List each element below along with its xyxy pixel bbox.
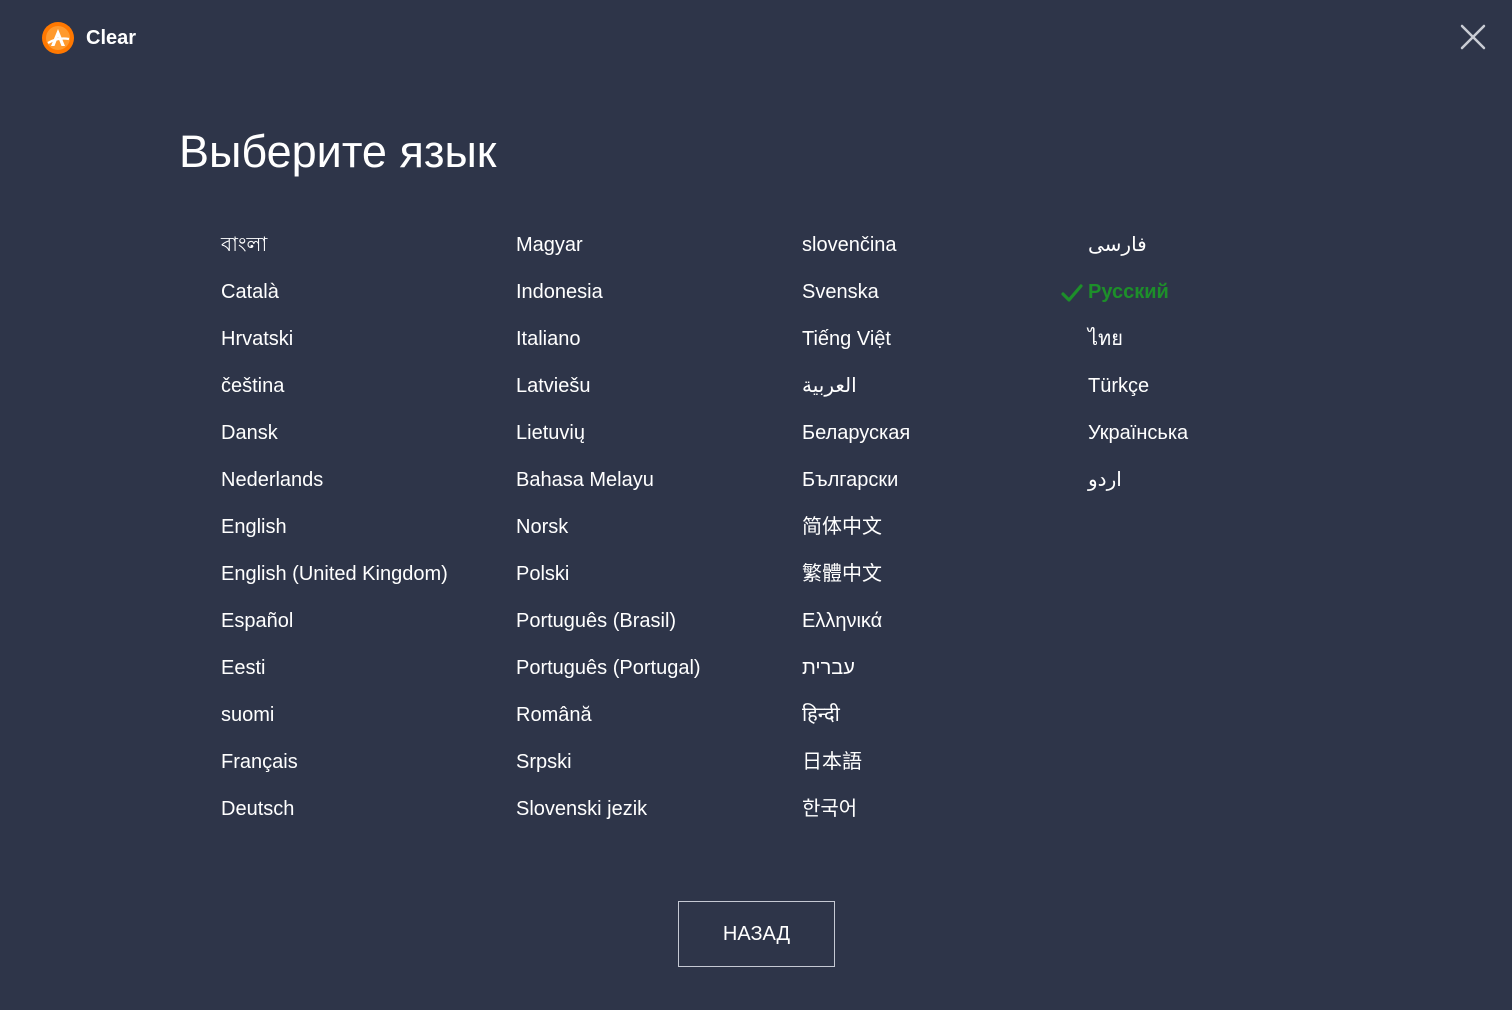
language-option-selected[interactable]: Русский (1061, 269, 1188, 316)
language-option[interactable]: Svenska (802, 269, 910, 316)
language-option[interactable]: Українська (1088, 410, 1188, 457)
app-header: Clear (42, 22, 136, 54)
language-option[interactable]: 繁體中文 (802, 551, 910, 598)
language-option[interactable]: 한국어 (802, 786, 910, 833)
close-button[interactable] (1456, 20, 1490, 54)
language-option[interactable]: Tiếng Việt (802, 316, 910, 363)
language-option[interactable]: Magyar (516, 222, 701, 269)
close-icon (1460, 24, 1486, 50)
language-option[interactable]: Български (802, 457, 910, 504)
language-option[interactable]: Română (516, 692, 701, 739)
language-column-4: فارسی Русский ไทย Türkçe Українська اردو (1061, 222, 1188, 504)
language-option[interactable]: 简体中文 (802, 504, 910, 551)
language-option[interactable]: Català (221, 269, 448, 316)
language-option[interactable]: Português (Portugal) (516, 645, 701, 692)
avast-logo-icon (42, 22, 74, 54)
language-option[interactable]: Bahasa Melayu (516, 457, 701, 504)
language-option[interactable]: Dansk (221, 410, 448, 457)
language-option[interactable]: اردو (1088, 457, 1188, 504)
language-option[interactable]: English (221, 504, 448, 551)
language-option[interactable]: Lietuvių (516, 410, 701, 457)
selected-language-label: Русский (1088, 281, 1169, 303)
language-option[interactable]: ไทย (1088, 316, 1188, 363)
language-option[interactable]: Deutsch (221, 786, 448, 833)
checkmark-icon (1061, 282, 1083, 304)
language-option[interactable]: Eesti (221, 645, 448, 692)
language-option[interactable]: Ελληνικά (802, 598, 910, 645)
back-button[interactable]: НАЗАД (678, 901, 835, 967)
language-option[interactable]: Español (221, 598, 448, 645)
language-column-3: slovenčina Svenska Tiếng Việt العربية Бе… (802, 222, 910, 833)
language-option[interactable]: Polski (516, 551, 701, 598)
language-option[interactable]: Slovenski jezik (516, 786, 701, 833)
page-title: Выберите язык (179, 126, 497, 177)
language-option[interactable]: Türkçe (1088, 363, 1188, 410)
language-option[interactable]: বাংলা (221, 222, 448, 269)
language-option[interactable]: Français (221, 739, 448, 786)
language-option[interactable]: English (United Kingdom) (221, 551, 448, 598)
language-option[interactable]: Latviešu (516, 363, 701, 410)
language-option[interactable]: हिन्दी (802, 692, 910, 739)
language-option[interactable]: Hrvatski (221, 316, 448, 363)
language-option[interactable]: العربية (802, 363, 910, 410)
language-option[interactable]: Nederlands (221, 457, 448, 504)
language-option[interactable]: 日本語 (802, 739, 910, 786)
language-column-2: Magyar Indonesia Italiano Latviešu Lietu… (516, 222, 701, 833)
language-option[interactable]: Italiano (516, 316, 701, 363)
language-option[interactable]: Norsk (516, 504, 701, 551)
language-option[interactable]: Беларуская (802, 410, 910, 457)
language-column-1: বাংলা Català Hrvatski čeština Dansk Nede… (221, 222, 448, 833)
language-option[interactable]: Indonesia (516, 269, 701, 316)
app-name: Clear (86, 26, 137, 49)
language-option[interactable]: čeština (221, 363, 448, 410)
language-option[interactable]: Português (Brasil) (516, 598, 701, 645)
language-option[interactable]: فارسی (1088, 222, 1188, 269)
language-option[interactable]: עברית (802, 645, 910, 692)
language-option[interactable]: Srpski (516, 739, 701, 786)
language-option[interactable]: slovenčina (802, 222, 910, 269)
language-option[interactable]: suomi (221, 692, 448, 739)
